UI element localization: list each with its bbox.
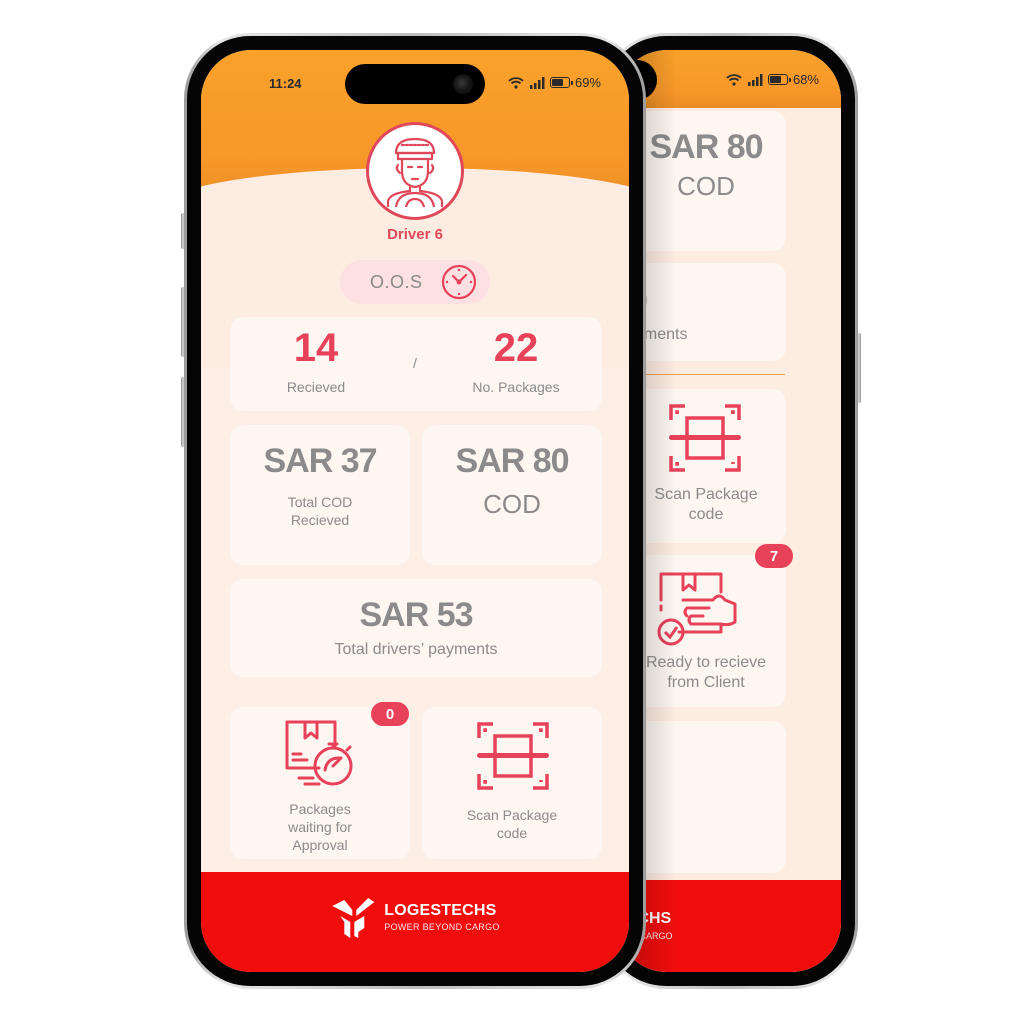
logestechs-logo-icon — [332, 898, 375, 938]
battery-percent: 69% — [574, 75, 601, 90]
cod-amount: SAR 80 — [649, 128, 763, 166]
dynamic-island — [345, 64, 485, 104]
ready-badge: 7 — [755, 544, 793, 568]
scan-label-2: code — [496, 825, 528, 841]
scan-package-button[interactable]: Scan Package code — [627, 390, 785, 542]
approval-label-1: Packages — [289, 801, 351, 817]
barcode-scan-icon — [669, 404, 741, 472]
clock-icon — [441, 264, 476, 300]
signal-icon — [529, 76, 545, 89]
status-toggle[interactable]: O.O.S — [340, 260, 490, 304]
phone-front: 11:24 69% Driver 6 O.O.S 14 Recieved / 2… — [181, 33, 646, 989]
status-label: O.O.S — [370, 271, 423, 292]
cod-amount: SAR 80 — [455, 442, 569, 480]
cod-received-label-2: Recieved — [290, 512, 350, 528]
total-packages-label: No. Packages — [472, 379, 560, 395]
driver-avatar[interactable] — [366, 122, 464, 220]
battery-icon — [767, 74, 791, 85]
count-separator: / — [413, 355, 417, 371]
packages-waiting-approval-button[interactable]: Packages waiting for Approval — [231, 708, 409, 858]
cod-card: SAR 80 COD — [423, 426, 601, 564]
wifi-icon — [726, 73, 742, 86]
packages-card: 14 Recieved / 22 No. Packages — [231, 318, 601, 410]
package-stopwatch-icon — [285, 720, 353, 786]
volume-up-button — [181, 287, 185, 357]
ready-to-receive-button[interactable]: Ready to recieve from Client — [627, 556, 785, 706]
battery-fill — [551, 79, 563, 86]
driver-name: Driver 6 — [387, 226, 443, 243]
payments-card: SAR 53 Total drivers’ payments — [231, 580, 601, 676]
approval-label-3: Approval — [292, 837, 348, 853]
wifi-icon — [508, 76, 524, 89]
phone-front-screen: 11:24 69% Driver 6 O.O.S 14 Recieved / 2… — [201, 50, 629, 972]
footer: TECHS OND CARGO — [617, 880, 841, 972]
action-button — [181, 213, 185, 249]
status-time: 11:24 — [269, 76, 302, 91]
cod-label: COD — [483, 489, 541, 519]
total-packages-count: 22 — [493, 326, 539, 370]
received-count: 14 — [293, 326, 339, 370]
approval-badge: 0 — [371, 702, 409, 726]
divider — [627, 374, 785, 375]
approval-label-2: waiting for — [288, 819, 352, 835]
payments-label: Total drivers’ payments — [334, 641, 498, 658]
brand-tagline: POWER BEYOND CARGO — [384, 922, 500, 932]
status-bar-right: 69% — [508, 75, 601, 90]
scan-label-1: Scan Package — [654, 486, 758, 503]
partial-card[interactable]: JI — [627, 722, 785, 872]
cod-card: SAR 80 COD — [627, 112, 785, 250]
logo-text: LOGESTECHS POWER BEYOND CARGO — [384, 902, 499, 932]
signal-icon — [747, 73, 763, 86]
hand-package-icon — [657, 572, 737, 646]
cod-received-card: SAR 37 Total COD Recieved — [231, 426, 409, 564]
footer: LOGESTECHS POWER BEYOND CARGO — [201, 872, 629, 972]
phone-front-bezel: 11:24 69% Driver 6 O.O.S 14 Recieved / 2… — [187, 36, 643, 986]
driver-icon — [386, 137, 444, 207]
footer-logo: LOGESTECHS POWER BEYOND CARGO — [330, 894, 499, 940]
status-bar-right: 68% — [726, 72, 819, 87]
scan-label-1: Scan Package — [466, 807, 558, 823]
camera-icon — [453, 74, 473, 94]
payments-card: 0 ayments — [627, 264, 785, 360]
brand-name: LOGESTECHS — [384, 902, 497, 919]
payments-amount: SAR 53 — [359, 596, 473, 634]
received-label: Recieved — [286, 379, 346, 395]
cod-label: COD — [677, 171, 735, 201]
battery-percent: 68% — [792, 72, 819, 87]
power-button — [857, 333, 861, 403]
ready-label-2: from Client — [667, 674, 745, 691]
phone-back-screen: 68% SAR 80 COD 0 ayments — [617, 50, 841, 972]
scan-label-2: code — [688, 506, 724, 523]
battery-fill — [769, 76, 781, 83]
volume-down-button — [181, 377, 185, 447]
cod-received-label-1: Total COD — [287, 494, 353, 510]
ready-label-1: Ready to recieve — [645, 654, 767, 671]
scan-package-button[interactable]: Scan Package code — [423, 708, 601, 858]
cod-received-amount: SAR 37 — [263, 442, 377, 480]
battery-icon — [549, 77, 573, 88]
barcode-scan-icon — [477, 722, 549, 790]
